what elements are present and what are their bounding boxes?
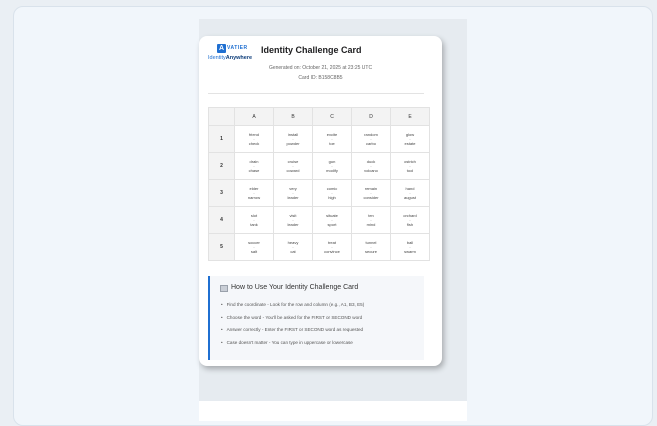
- second-word: coward: [286, 167, 300, 173]
- identity-challenge-card: A VATIER IdentityAnywhere Identity Chall…: [199, 36, 442, 366]
- how-to-section: How to Use Your Identity Challenge Card …: [208, 276, 424, 360]
- grid-corner: [208, 107, 235, 126]
- card-id: Card ID: B158C8B5: [298, 75, 343, 81]
- grid-column-header: B: [273, 107, 313, 126]
- second-word: leader: [287, 194, 299, 200]
- grid-row: 5 soccer – salt heavy – cat treat – convince tunne…: [208, 233, 430, 261]
- second-word: check: [248, 140, 260, 146]
- grid-cell: orchard – fish: [390, 206, 430, 234]
- card-icon: [220, 285, 228, 292]
- grid-column-header: A: [234, 107, 274, 126]
- second-word: chase: [248, 167, 260, 173]
- grid-cell: excite – toe: [312, 125, 352, 153]
- grid-row-header: 4: [208, 206, 235, 234]
- grid-cell: ten – mind: [351, 206, 391, 234]
- grid-cell: friend – check: [234, 125, 274, 153]
- second-word: estate: [404, 140, 416, 146]
- grid-cell: heavy – cat: [273, 233, 313, 261]
- second-word: consider: [363, 194, 379, 200]
- second-word: toe: [329, 140, 335, 146]
- grid-cell: comic – high: [312, 179, 352, 207]
- grid-row-header: 3: [208, 179, 235, 207]
- second-word: leader: [287, 221, 299, 227]
- grid-row-header: 5: [208, 233, 235, 261]
- grid-cell: slot – tank: [234, 206, 274, 234]
- grid-cell: ostrich – tool: [390, 152, 430, 180]
- grid-cell: elder – narrow: [234, 179, 274, 207]
- grid-cell: cruise – coward: [273, 152, 313, 180]
- grid-cell: duck – volcano: [351, 152, 391, 180]
- avatier-logo: A VATIER IdentityAnywhere: [208, 44, 258, 64]
- grid-cell: ball – swarm: [390, 233, 430, 261]
- grid-cell: very – leader: [273, 179, 313, 207]
- logo-subtitle: IdentityAnywhere: [208, 55, 252, 61]
- second-word: volcano: [364, 167, 378, 173]
- grid-cell: treat – convince: [312, 233, 352, 261]
- logo-word: VATIER: [227, 45, 248, 51]
- grid-column-header: D: [351, 107, 391, 126]
- second-word: cat: [290, 248, 296, 254]
- second-word: tool: [406, 167, 414, 173]
- second-word: salt: [250, 248, 258, 254]
- card-title: Identity Challenge Card: [261, 45, 362, 55]
- grid-cell: install – powder: [273, 125, 313, 153]
- grid-row-header: 1: [208, 125, 235, 153]
- generated-timestamp: Generated on: October 21, 2025 at 23:25 …: [268, 65, 373, 71]
- next-page-strip: [199, 401, 467, 421]
- how-to-item: Case doesn't matter - You can type in up…: [221, 337, 364, 350]
- how-to-item: Answer correctly - Enter the FIRST or SE…: [221, 324, 364, 337]
- grid-cell: drain – chase: [234, 152, 274, 180]
- grid-row: 3 elder – narrow very – leader comic – high remain…: [208, 179, 430, 207]
- challenge-grid: ABCDE 1 friend – check install – powder excite –…: [208, 107, 430, 261]
- second-word: sport: [327, 221, 337, 227]
- second-word: august: [403, 194, 416, 200]
- second-word: swarm: [404, 248, 416, 254]
- logo-sub-anywhere: Anywhere: [225, 55, 253, 61]
- second-word: carbo: [365, 140, 376, 146]
- second-word: tank: [250, 221, 258, 227]
- grid-row: 4 slot – tank visit – leader situate – sport ten – m…: [208, 206, 430, 234]
- grid-cell: glow – estate: [390, 125, 430, 153]
- grid-cell: random – carbo: [351, 125, 391, 153]
- how-to-item: Choose the word - You'll be asked for th…: [221, 312, 364, 325]
- second-word: secure: [364, 248, 377, 254]
- grid-column-header: E: [390, 107, 430, 126]
- second-word: high: [328, 194, 336, 200]
- second-word: fish: [406, 221, 414, 227]
- grid-cell: tunnel – secure: [351, 233, 391, 261]
- how-to-item: Find the coordinate - Look for the row a…: [221, 299, 365, 312]
- divider: [208, 93, 424, 94]
- grid-cell: gun – modify: [312, 152, 352, 180]
- grid-cell: hand – august: [390, 179, 430, 207]
- grid-cell: situate – sport: [312, 206, 352, 234]
- second-word: narrow: [247, 194, 261, 200]
- grid-cell: soccer – salt: [234, 233, 274, 261]
- logo-mark-icon: A: [217, 44, 226, 53]
- logo-sub-identity: Identity: [208, 55, 226, 61]
- second-word: modify: [326, 167, 338, 173]
- grid-row: 2 drain – chase cruise – coward gun – modify duck –…: [208, 152, 430, 180]
- how-to-title: How to Use Your Identity Challenge Card: [231, 284, 359, 291]
- second-word: convince: [324, 248, 340, 254]
- grid-cell: remain – consider: [351, 179, 391, 207]
- second-word: mind: [366, 221, 376, 227]
- second-word: powder: [286, 140, 300, 146]
- grid-column-header: C: [312, 107, 352, 126]
- how-to-list: Find the coordinate - Look for the row a…: [221, 299, 365, 350]
- grid-row: 1 friend – check install – powder excite – toe ran…: [208, 125, 430, 153]
- grid-cell: visit – leader: [273, 206, 313, 234]
- grid-row-header: 2: [208, 152, 235, 180]
